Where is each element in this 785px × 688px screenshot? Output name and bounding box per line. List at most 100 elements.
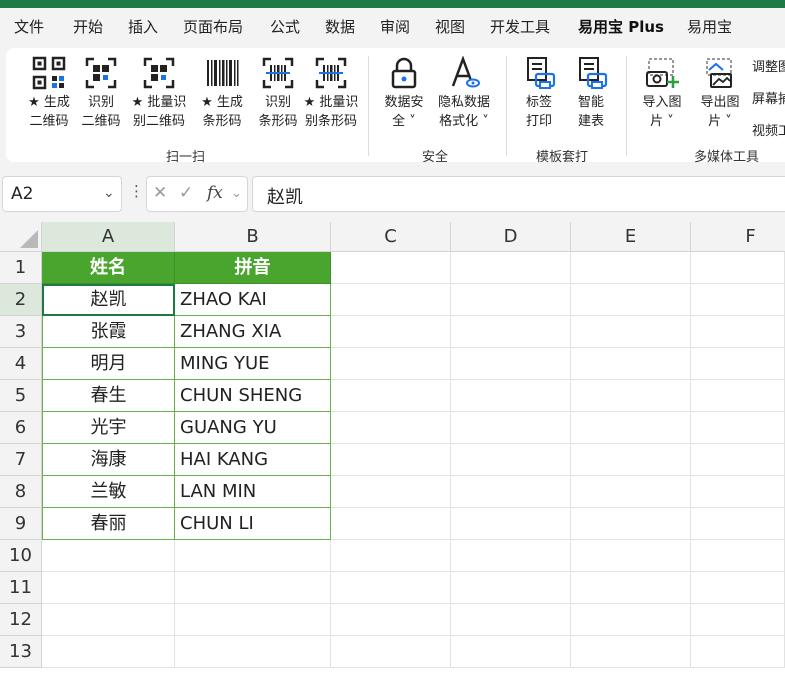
menu-insert[interactable]: 插入 (128, 16, 158, 37)
row-header-11[interactable]: 11 (0, 572, 42, 604)
cell-empty[interactable] (691, 444, 785, 476)
select-all-corner[interactable] (0, 222, 42, 252)
cell-empty[interactable] (691, 252, 785, 284)
cell-empty[interactable] (331, 348, 451, 380)
batch-scan-qr-button[interactable]: ★ 批量识 别二维码 (126, 56, 192, 131)
column-header-e[interactable]: E (571, 222, 691, 252)
row-header-12[interactable]: 12 (0, 604, 42, 636)
row-header-7[interactable]: 7 (0, 444, 42, 476)
row-header-3[interactable]: 3 (0, 316, 42, 348)
cell-a5[interactable]: 春生 (42, 380, 175, 412)
row-header-8[interactable]: 8 (0, 476, 42, 508)
cell-b2[interactable]: ZHAO KAI (175, 284, 331, 316)
row-header-10[interactable]: 10 (0, 540, 42, 572)
cell-empty[interactable] (451, 444, 571, 476)
formula-input[interactable]: 赵凯 (252, 176, 785, 212)
smart-table-button[interactable]: 智能 建表 (566, 56, 616, 131)
cell-b6[interactable]: GUANG YU (175, 412, 331, 444)
scan-qr-button[interactable]: 识别 二维码 (70, 56, 132, 131)
cell-empty[interactable] (571, 412, 691, 444)
cell-empty[interactable] (451, 508, 571, 540)
column-header-b[interactable]: B (175, 222, 331, 252)
cell-b1[interactable]: 拼音 (175, 252, 331, 284)
row-header-2[interactable]: 2 (0, 284, 42, 316)
column-header-d[interactable]: D (451, 222, 571, 252)
chevron-down-icon[interactable]: ⌄ (103, 185, 115, 201)
batch-scan-barcode-button[interactable]: ★ 批量识 别条形码 (298, 56, 364, 131)
cell-empty[interactable] (571, 476, 691, 508)
cell-empty[interactable] (571, 572, 691, 604)
cell-b7[interactable]: HAI KANG (175, 444, 331, 476)
chevron-down-icon[interactable]: ⌄ (231, 186, 242, 201)
cell-empty[interactable] (331, 636, 451, 668)
menu-data[interactable]: 数据 (325, 16, 355, 37)
cell-a9[interactable]: 春丽 (42, 508, 175, 540)
cell-empty[interactable] (571, 604, 691, 636)
cell-empty[interactable] (691, 604, 785, 636)
cell-empty[interactable] (331, 508, 451, 540)
cell-empty[interactable] (571, 316, 691, 348)
menu-easyuse-plus[interactable]: 易用宝 Plus (578, 16, 664, 37)
cell-empty[interactable] (571, 636, 691, 668)
menu-review[interactable]: 审阅 (380, 16, 410, 37)
cell-empty[interactable] (691, 540, 785, 572)
cell-empty[interactable] (691, 476, 785, 508)
cell-empty[interactable] (42, 604, 175, 636)
cell-empty[interactable] (691, 380, 785, 412)
cell-a1[interactable]: 姓名 (42, 252, 175, 284)
cell-a8[interactable]: 兰敏 (42, 476, 175, 508)
cell-empty[interactable] (451, 412, 571, 444)
row-header-5[interactable]: 5 (0, 380, 42, 412)
cell-empty[interactable] (451, 540, 571, 572)
cell-empty[interactable] (451, 476, 571, 508)
cell-empty[interactable] (451, 380, 571, 412)
cell-empty[interactable] (691, 572, 785, 604)
cell-empty[interactable] (331, 284, 451, 316)
cell-empty[interactable] (691, 412, 785, 444)
generate-barcode-button[interactable]: ★ 生成 条形码 (192, 56, 252, 131)
cell-empty[interactable] (175, 572, 331, 604)
label-print-button[interactable]: 标签 打印 (514, 56, 564, 131)
cell-empty[interactable] (571, 284, 691, 316)
cell-empty[interactable] (331, 412, 451, 444)
privacy-format-button[interactable]: 隐私数据 格式化 ˅ (432, 56, 496, 131)
cell-empty[interactable] (571, 444, 691, 476)
cell-empty[interactable] (175, 636, 331, 668)
cell-empty[interactable] (331, 572, 451, 604)
row-header-9[interactable]: 9 (0, 508, 42, 540)
menu-developer[interactable]: 开发工具 (490, 16, 550, 37)
cell-empty[interactable] (175, 604, 331, 636)
menu-view[interactable]: 视图 (435, 16, 465, 37)
cell-a2[interactable]: 赵凯 (42, 284, 175, 316)
cell-empty[interactable] (571, 348, 691, 380)
cell-empty[interactable] (571, 380, 691, 412)
cell-a7[interactable]: 海康 (42, 444, 175, 476)
cell-empty[interactable] (451, 636, 571, 668)
adjust-image-button[interactable]: 调整图 (752, 56, 785, 75)
menu-page-layout[interactable]: 页面布局 (183, 16, 243, 37)
menu-file[interactable]: 文件 (14, 16, 44, 37)
column-header-f[interactable]: F (691, 222, 785, 252)
row-header-4[interactable]: 4 (0, 348, 42, 380)
cell-empty[interactable] (451, 348, 571, 380)
menu-easyuse[interactable]: 易用宝 (687, 16, 732, 37)
cell-empty[interactable] (691, 284, 785, 316)
cell-b9[interactable]: CHUN LI (175, 508, 331, 540)
cell-empty[interactable] (451, 572, 571, 604)
cell-empty[interactable] (331, 540, 451, 572)
cell-a6[interactable]: 光宇 (42, 412, 175, 444)
cell-b5[interactable]: CHUN SHENG (175, 380, 331, 412)
cell-empty[interactable] (331, 316, 451, 348)
more-vertical-icon[interactable]: ⋮ (129, 182, 144, 200)
function-icon[interactable]: fx (207, 183, 223, 203)
cell-empty[interactable] (331, 252, 451, 284)
cell-empty[interactable] (571, 540, 691, 572)
cell-empty[interactable] (42, 636, 175, 668)
cell-b4[interactable]: MING YUE (175, 348, 331, 380)
row-header-1[interactable]: 1 (0, 252, 42, 284)
row-header-6[interactable]: 6 (0, 412, 42, 444)
cell-empty[interactable] (451, 604, 571, 636)
cell-empty[interactable] (691, 508, 785, 540)
cell-empty[interactable] (42, 572, 175, 604)
menu-start[interactable]: 开始 (73, 16, 103, 37)
